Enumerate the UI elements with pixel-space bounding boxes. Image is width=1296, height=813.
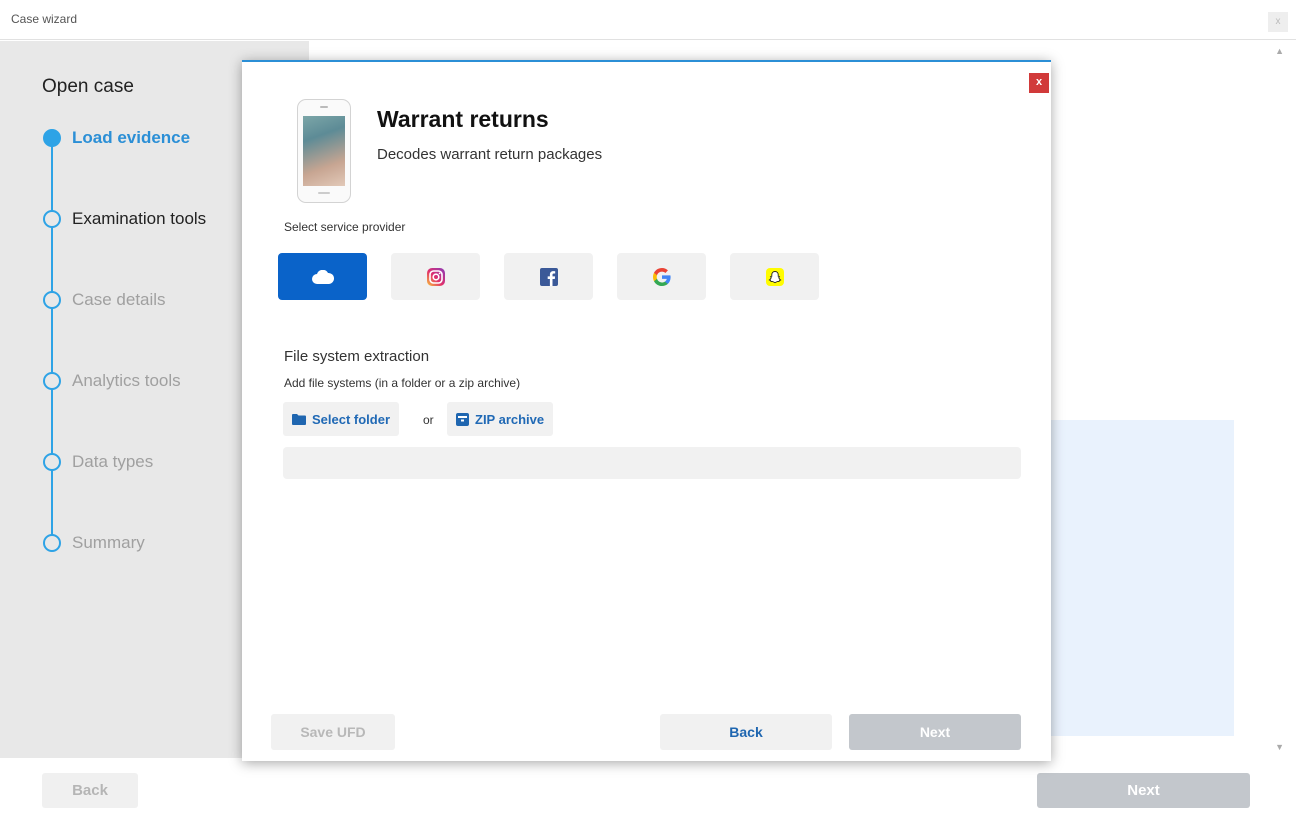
save-ufd-button[interactable]: Save UFD (271, 714, 395, 750)
dialog-close-button[interactable]: x (1029, 73, 1049, 93)
zip-archive-label: ZIP archive (475, 411, 545, 427)
select-folder-label: Select folder (312, 411, 391, 427)
dialog-subtitle: Decodes warrant return packages (377, 146, 603, 163)
step-dot-icon (43, 372, 61, 390)
step-label: Case details (72, 290, 166, 309)
phone-screen (303, 116, 345, 186)
archive-icon (456, 412, 469, 426)
step-dot-icon (43, 129, 61, 147)
provider-snapchat-button[interactable] (730, 253, 819, 300)
window-title: Case wizard (11, 12, 78, 26)
folder-icon (292, 414, 306, 425)
scroll-down-arrow-icon[interactable]: ▼ (1275, 742, 1284, 752)
step-dot-icon (43, 534, 61, 552)
phone-speaker (320, 106, 328, 108)
file-path-field[interactable] (283, 447, 1021, 479)
provider-google-button[interactable] (617, 253, 706, 300)
step-label: Summary (72, 533, 145, 552)
wizard-back-button[interactable]: Back (42, 773, 138, 808)
step-dot-icon (43, 453, 61, 471)
dialog-title: Warrant returns (377, 106, 549, 132)
provider-instagram-button[interactable] (391, 253, 480, 300)
select-folder-button[interactable]: Select folder (283, 402, 400, 436)
step-label: Analytics tools (72, 371, 181, 390)
step-label: Load evidence (72, 128, 191, 147)
snapchat-icon (765, 267, 784, 286)
step-label: Examination tools (72, 209, 207, 228)
step-dot-icon (43, 291, 61, 309)
phone-home-bar (318, 192, 330, 194)
fs-extraction-title: File system extraction (284, 348, 430, 365)
content-panel (1050, 420, 1234, 736)
step-dot-icon (43, 210, 61, 228)
window-close-button[interactable]: x (1268, 12, 1288, 32)
facebook-icon (539, 267, 558, 286)
steps-timeline-line (51, 137, 53, 543)
dialog-next-button[interactable]: Next (849, 714, 1021, 750)
zip-archive-button[interactable]: ZIP archive (447, 402, 554, 436)
phone-icon (297, 99, 351, 203)
cloud-icon (311, 269, 334, 284)
google-icon (652, 267, 671, 286)
instagram-icon (426, 267, 445, 286)
step-label: Data types (72, 452, 154, 471)
warrant-returns-dialog: x Warrant returns Decodes warrant return… (242, 60, 1051, 761)
dialog-back-button[interactable]: Back (660, 714, 832, 750)
fs-extraction-subtitle: Add file systems (in a folder or a zip a… (284, 376, 521, 390)
provider-facebook-button[interactable] (504, 253, 593, 300)
or-label: or (423, 413, 434, 427)
provider-cloud-button[interactable] (278, 253, 367, 300)
wizard-next-button[interactable]: Next (1037, 773, 1250, 808)
scroll-up-arrow-icon[interactable]: ▲ (1275, 46, 1284, 56)
select-provider-label: Select service provider (284, 220, 406, 234)
window-titlebar: Case wizard x (0, 0, 1296, 40)
